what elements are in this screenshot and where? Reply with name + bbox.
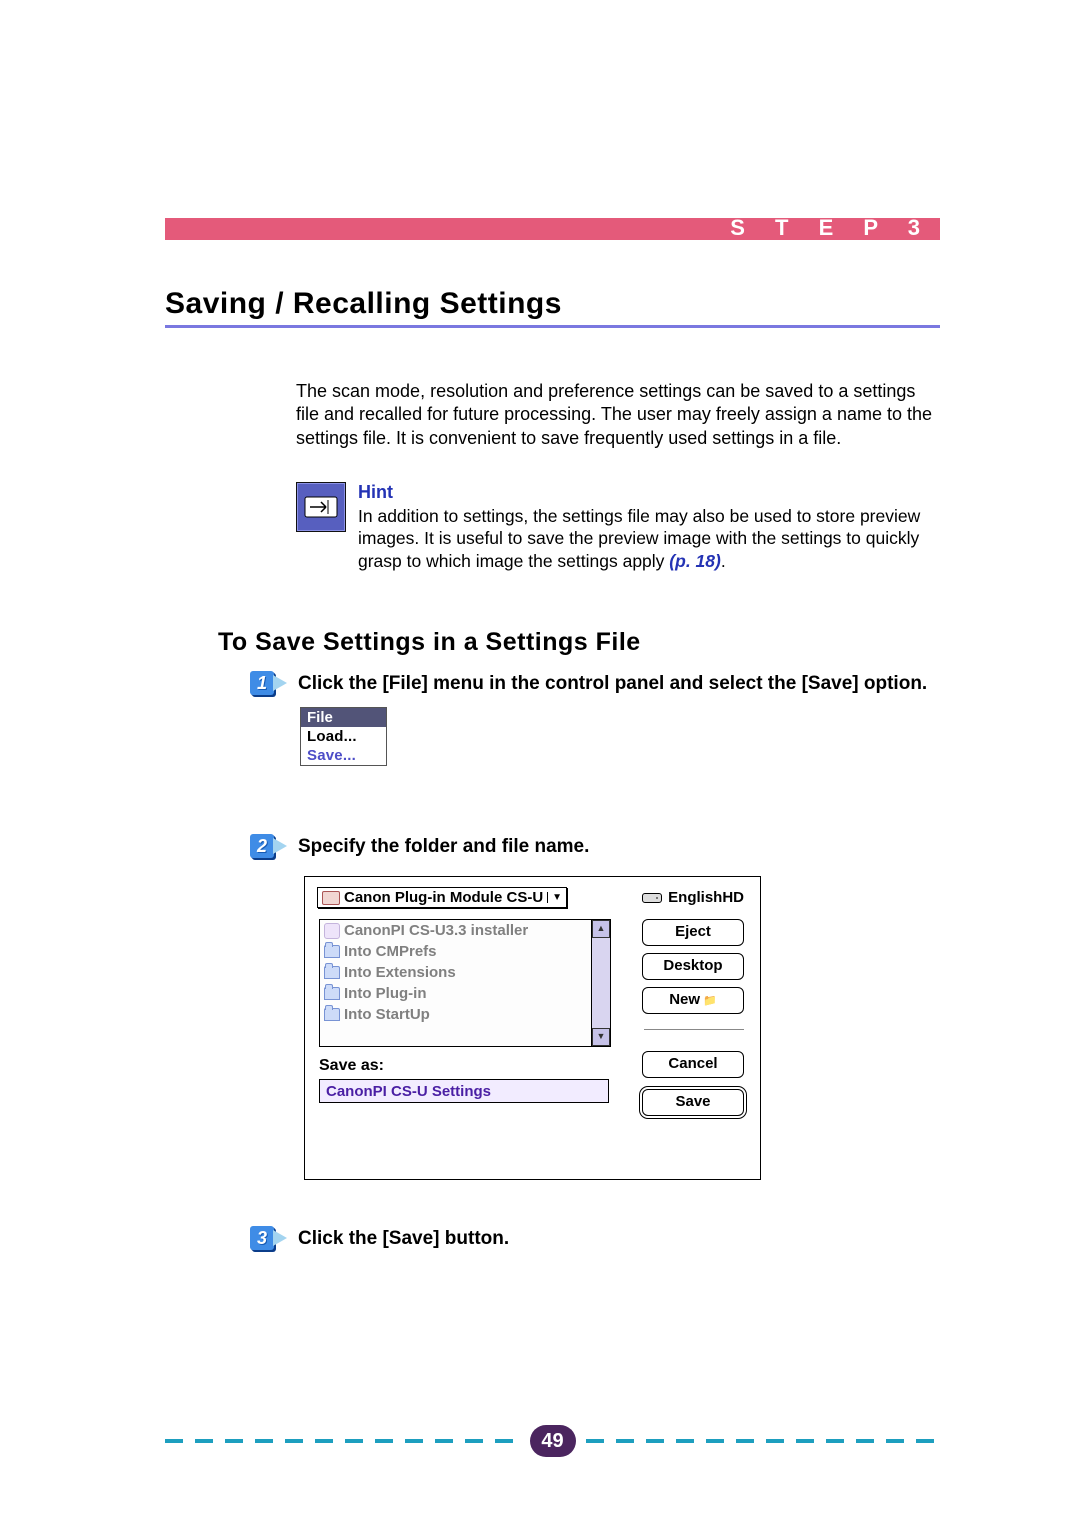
cancel-button[interactable]: Cancel xyxy=(642,1051,744,1078)
eject-button[interactable]: Eject xyxy=(642,919,744,946)
folder-icon xyxy=(324,966,340,979)
file-listbox[interactable]: CanonPI CS-U3.3 installer Into CMPrefs I… xyxy=(319,919,611,1047)
save-as-label: Save as: xyxy=(319,1057,384,1075)
folder-icon xyxy=(324,987,340,1000)
new-folder-icon: 📁 xyxy=(703,995,717,1007)
step-2: 2 Specify the folder and file name. xyxy=(252,836,940,858)
list-item-label: Into Extensions xyxy=(344,964,456,981)
step-marker-2: 2 xyxy=(250,834,286,860)
open-folder-icon xyxy=(322,891,340,905)
step-number-3: 3 xyxy=(257,1228,267,1249)
hint-body: In addition to settings, the settings fi… xyxy=(358,505,940,572)
list-item[interactable]: Into StartUp xyxy=(320,1004,592,1025)
list-item-label: Into StartUp xyxy=(344,1006,430,1023)
list-item-label: CanonPI CS-U3.3 installer xyxy=(344,922,528,939)
footer-dashes-left xyxy=(165,1439,520,1443)
folder-dropdown-label: Canon Plug-in Module CS-U xyxy=(344,889,543,906)
page-title: Saving / Recalling Settings xyxy=(165,287,940,328)
drive-name: EnglishHD xyxy=(668,889,744,906)
button-separator xyxy=(644,1029,744,1030)
chevron-down-icon: ▼ xyxy=(547,892,562,903)
list-item[interactable]: Into CMPrefs xyxy=(320,941,592,962)
list-item[interactable]: CanonPI CS-U3.3 installer xyxy=(320,920,592,941)
new-folder-button[interactable]: New📁 xyxy=(642,987,744,1014)
save-dialog: Canon Plug-in Module CS-U ▼ EnglishHD Ca… xyxy=(304,876,761,1180)
step-3: 3 Click the [Save] button. xyxy=(252,1228,940,1250)
desktop-button[interactable]: Desktop xyxy=(642,953,744,980)
scroll-down-icon[interactable]: ▼ xyxy=(592,1028,610,1046)
save-as-input[interactable]: CanonPI CS-U Settings xyxy=(319,1079,609,1103)
file-menu-item-load[interactable]: Load... xyxy=(301,727,386,746)
folder-icon xyxy=(324,945,340,958)
hint-body-after: . xyxy=(721,551,726,571)
step-label: S T E P 3 xyxy=(730,215,932,241)
step-2-text: Specify the folder and file name. xyxy=(298,836,940,858)
drive-icon xyxy=(642,893,662,903)
scrollbar[interactable]: ▲ ▼ xyxy=(591,920,610,1046)
step-header-bar: S T E P 3 xyxy=(165,218,940,240)
list-item[interactable]: Into Extensions xyxy=(320,962,592,983)
step-number-1: 1 xyxy=(257,673,267,694)
step-marker-1: 1 xyxy=(250,671,286,697)
hint-block: Hint In addition to settings, the settin… xyxy=(296,482,940,572)
file-menu: File Load... Save... xyxy=(300,707,387,766)
page-footer: 49 xyxy=(165,1425,940,1457)
list-item-label: Into CMPrefs xyxy=(344,943,437,960)
list-item[interactable]: Into Plug-in xyxy=(320,983,592,1004)
file-menu-title[interactable]: File xyxy=(301,708,386,727)
hint-icon xyxy=(296,482,346,532)
app-icon xyxy=(324,923,340,939)
hint-page-ref[interactable]: (p. 18) xyxy=(669,551,721,571)
intro-text: The scan mode, resolution and preference… xyxy=(296,380,940,450)
drive-label: EnglishHD xyxy=(642,889,744,906)
step-number-2: 2 xyxy=(257,836,267,857)
step-1: 1 Click the [File] menu in the control p… xyxy=(252,673,940,695)
folder-dropdown[interactable]: Canon Plug-in Module CS-U ▼ xyxy=(317,887,567,908)
list-item-label: Into Plug-in xyxy=(344,985,426,1002)
save-button[interactable]: Save xyxy=(642,1089,744,1116)
scroll-up-icon[interactable]: ▲ xyxy=(592,920,610,938)
page-number: 49 xyxy=(530,1425,576,1457)
hint-body-text: In addition to settings, the settings fi… xyxy=(358,506,920,571)
subheading: To Save Settings in a Settings File xyxy=(218,628,940,657)
new-button-label: New xyxy=(669,991,700,1008)
folder-icon xyxy=(324,1008,340,1021)
footer-dashes-right xyxy=(586,1439,941,1443)
step-marker-3: 3 xyxy=(250,1226,286,1252)
file-menu-item-save[interactable]: Save... xyxy=(301,746,386,765)
step-1-text: Click the [File] menu in the control pan… xyxy=(298,673,940,695)
step-3-text: Click the [Save] button. xyxy=(298,1228,940,1250)
hint-heading: Hint xyxy=(358,482,940,503)
